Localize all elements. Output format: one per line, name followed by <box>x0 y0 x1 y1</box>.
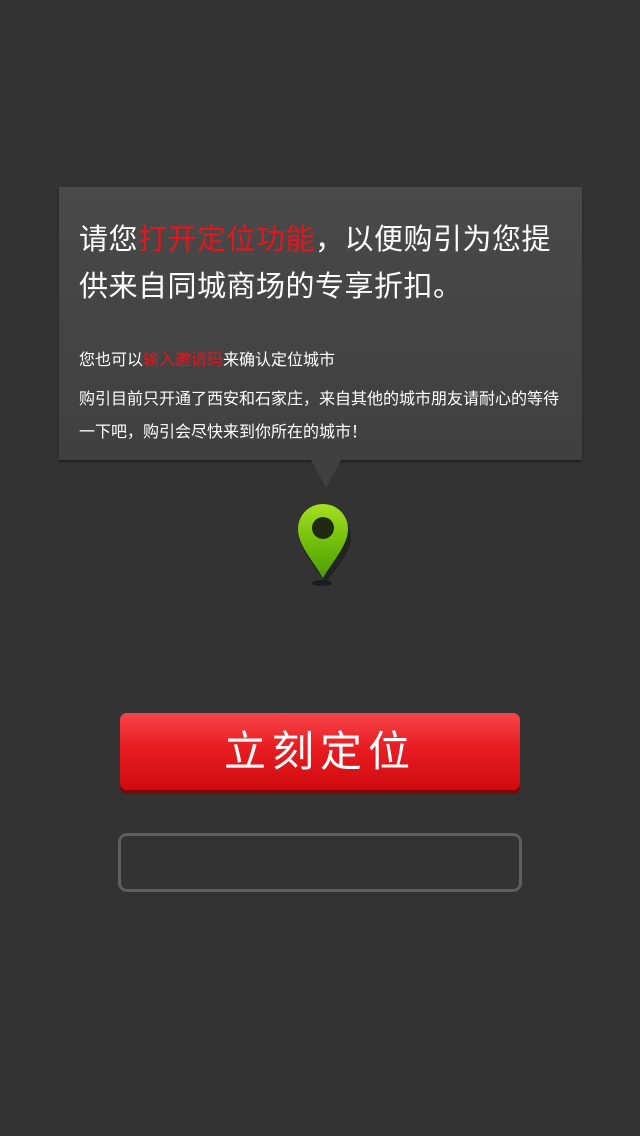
headline-highlight: 打开定位功能 <box>138 222 316 256</box>
locate-now-button[interactable]: 立刻定位 <box>120 713 520 790</box>
invite-hint-text-start: 您也可以 <box>79 350 144 369</box>
invite-code-hint: 您也可以输入邀请码来确认定位城市 <box>79 343 569 376</box>
supported-cities-note: 购引目前只开通了西安和石家庄，来自其他的城市朋友请耐心的等待一下吧，购引会尽快来… <box>79 389 560 441</box>
map-pin-icon <box>298 504 351 586</box>
tooltip-arrow <box>311 460 341 488</box>
invite-hint-text-end: 来确认定位城市 <box>223 350 336 369</box>
invite-code-input[interactable] <box>118 833 522 892</box>
location-prompt-tooltip: 请您打开定位功能，以便购引为您提供来自同城商场的专享折扣。 您也可以输入邀请码来… <box>59 187 582 460</box>
headline-text-start: 请您 <box>79 222 139 256</box>
prompt-headline: 请您打开定位功能，以便购引为您提供来自同城商场的专享折扣。 <box>79 216 574 310</box>
enter-invite-code-link[interactable]: 输入邀请码 <box>143 350 223 369</box>
